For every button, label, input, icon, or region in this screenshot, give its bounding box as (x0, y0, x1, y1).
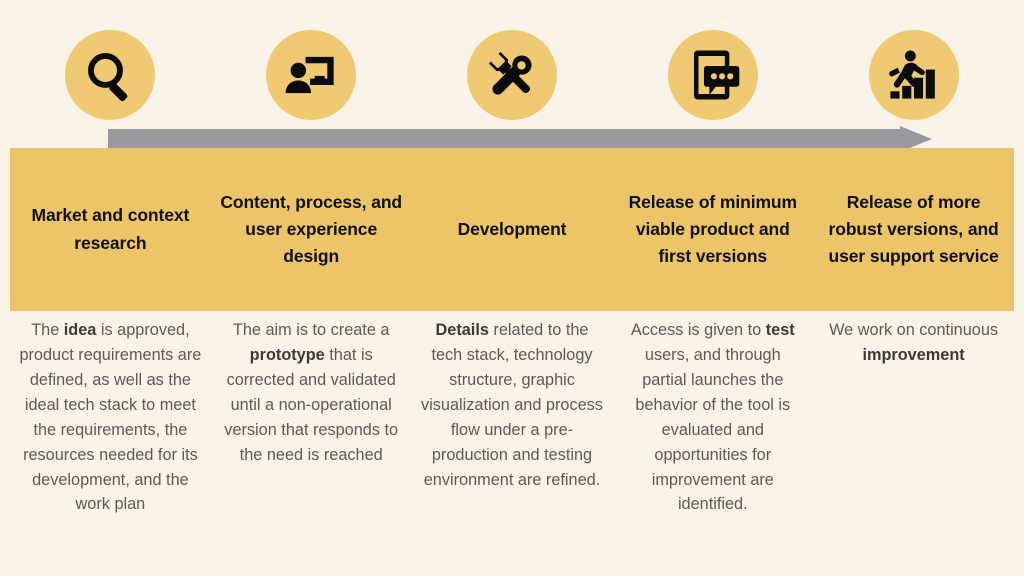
stage-title-cell-4: Release of minimum viable product and fi… (612, 148, 813, 311)
stage-description-cell-4: Access is given to test users, and throu… (612, 318, 813, 568)
stage-icon-cell-5 (813, 30, 1014, 122)
stage-icon-cell-3 (412, 30, 613, 122)
stage-title-cell-1: Market and context research (10, 148, 211, 311)
stage-title-band: Market and context research Content, pro… (10, 148, 1014, 311)
stage-title-1: Market and context research (31, 205, 190, 253)
person-running-up-bar-chart-icon (885, 46, 943, 104)
stage-description-1: The idea is approved, product requiremen… (19, 321, 202, 514)
stage-icon-cell-1 (10, 30, 211, 122)
magnifying-glass-icon (81, 46, 139, 104)
stage-description-cell-2: The aim is to create a prototype that is… (211, 318, 412, 568)
stage-description-row: The idea is approved, product requiremen… (10, 318, 1014, 568)
stage-description-4: Access is given to test users, and throu… (630, 321, 795, 514)
process-infographic: Market and context research Content, pro… (0, 0, 1024, 576)
stage-icon-circle-1 (65, 30, 156, 120)
stage-description-5: We work on continuous improvement (829, 321, 999, 364)
stage-icon-cell-4 (612, 30, 813, 122)
person-presentation-icon (282, 46, 340, 104)
stage-icon-row (10, 30, 1014, 122)
stage-description-cell-3: Details related to the tech stack, techn… (412, 318, 613, 568)
stage-title-5: Release of more robust versions, and use… (828, 191, 999, 267)
stage-title-4: Release of minimum viable product and fi… (628, 191, 797, 267)
stage-description-2: The aim is to create a prototype that is… (224, 321, 399, 464)
wrench-screwdriver-tools-icon (483, 46, 541, 104)
stage-title-cell-5: Release of more robust versions, and use… (813, 148, 1014, 311)
stage-title-2: Content, process, and user experience de… (220, 191, 403, 267)
stage-description-cell-1: The idea is approved, product requiremen… (10, 318, 211, 568)
stage-title-cell-3: Development (412, 148, 613, 311)
mobile-chat-bubble-icon (684, 46, 742, 104)
stage-description-3: Details related to the tech stack, techn… (421, 321, 603, 489)
stage-icon-circle-5 (868, 30, 959, 120)
stage-title-cell-2: Content, process, and user experience de… (211, 148, 412, 311)
stage-description-cell-5: We work on continuous improvement (813, 318, 1014, 568)
stage-icon-circle-4 (667, 30, 758, 120)
stage-icon-circle-3 (466, 30, 557, 120)
stage-icon-cell-2 (211, 30, 412, 122)
stage-icon-circle-2 (266, 30, 357, 120)
stage-title-3: Development (457, 218, 567, 239)
